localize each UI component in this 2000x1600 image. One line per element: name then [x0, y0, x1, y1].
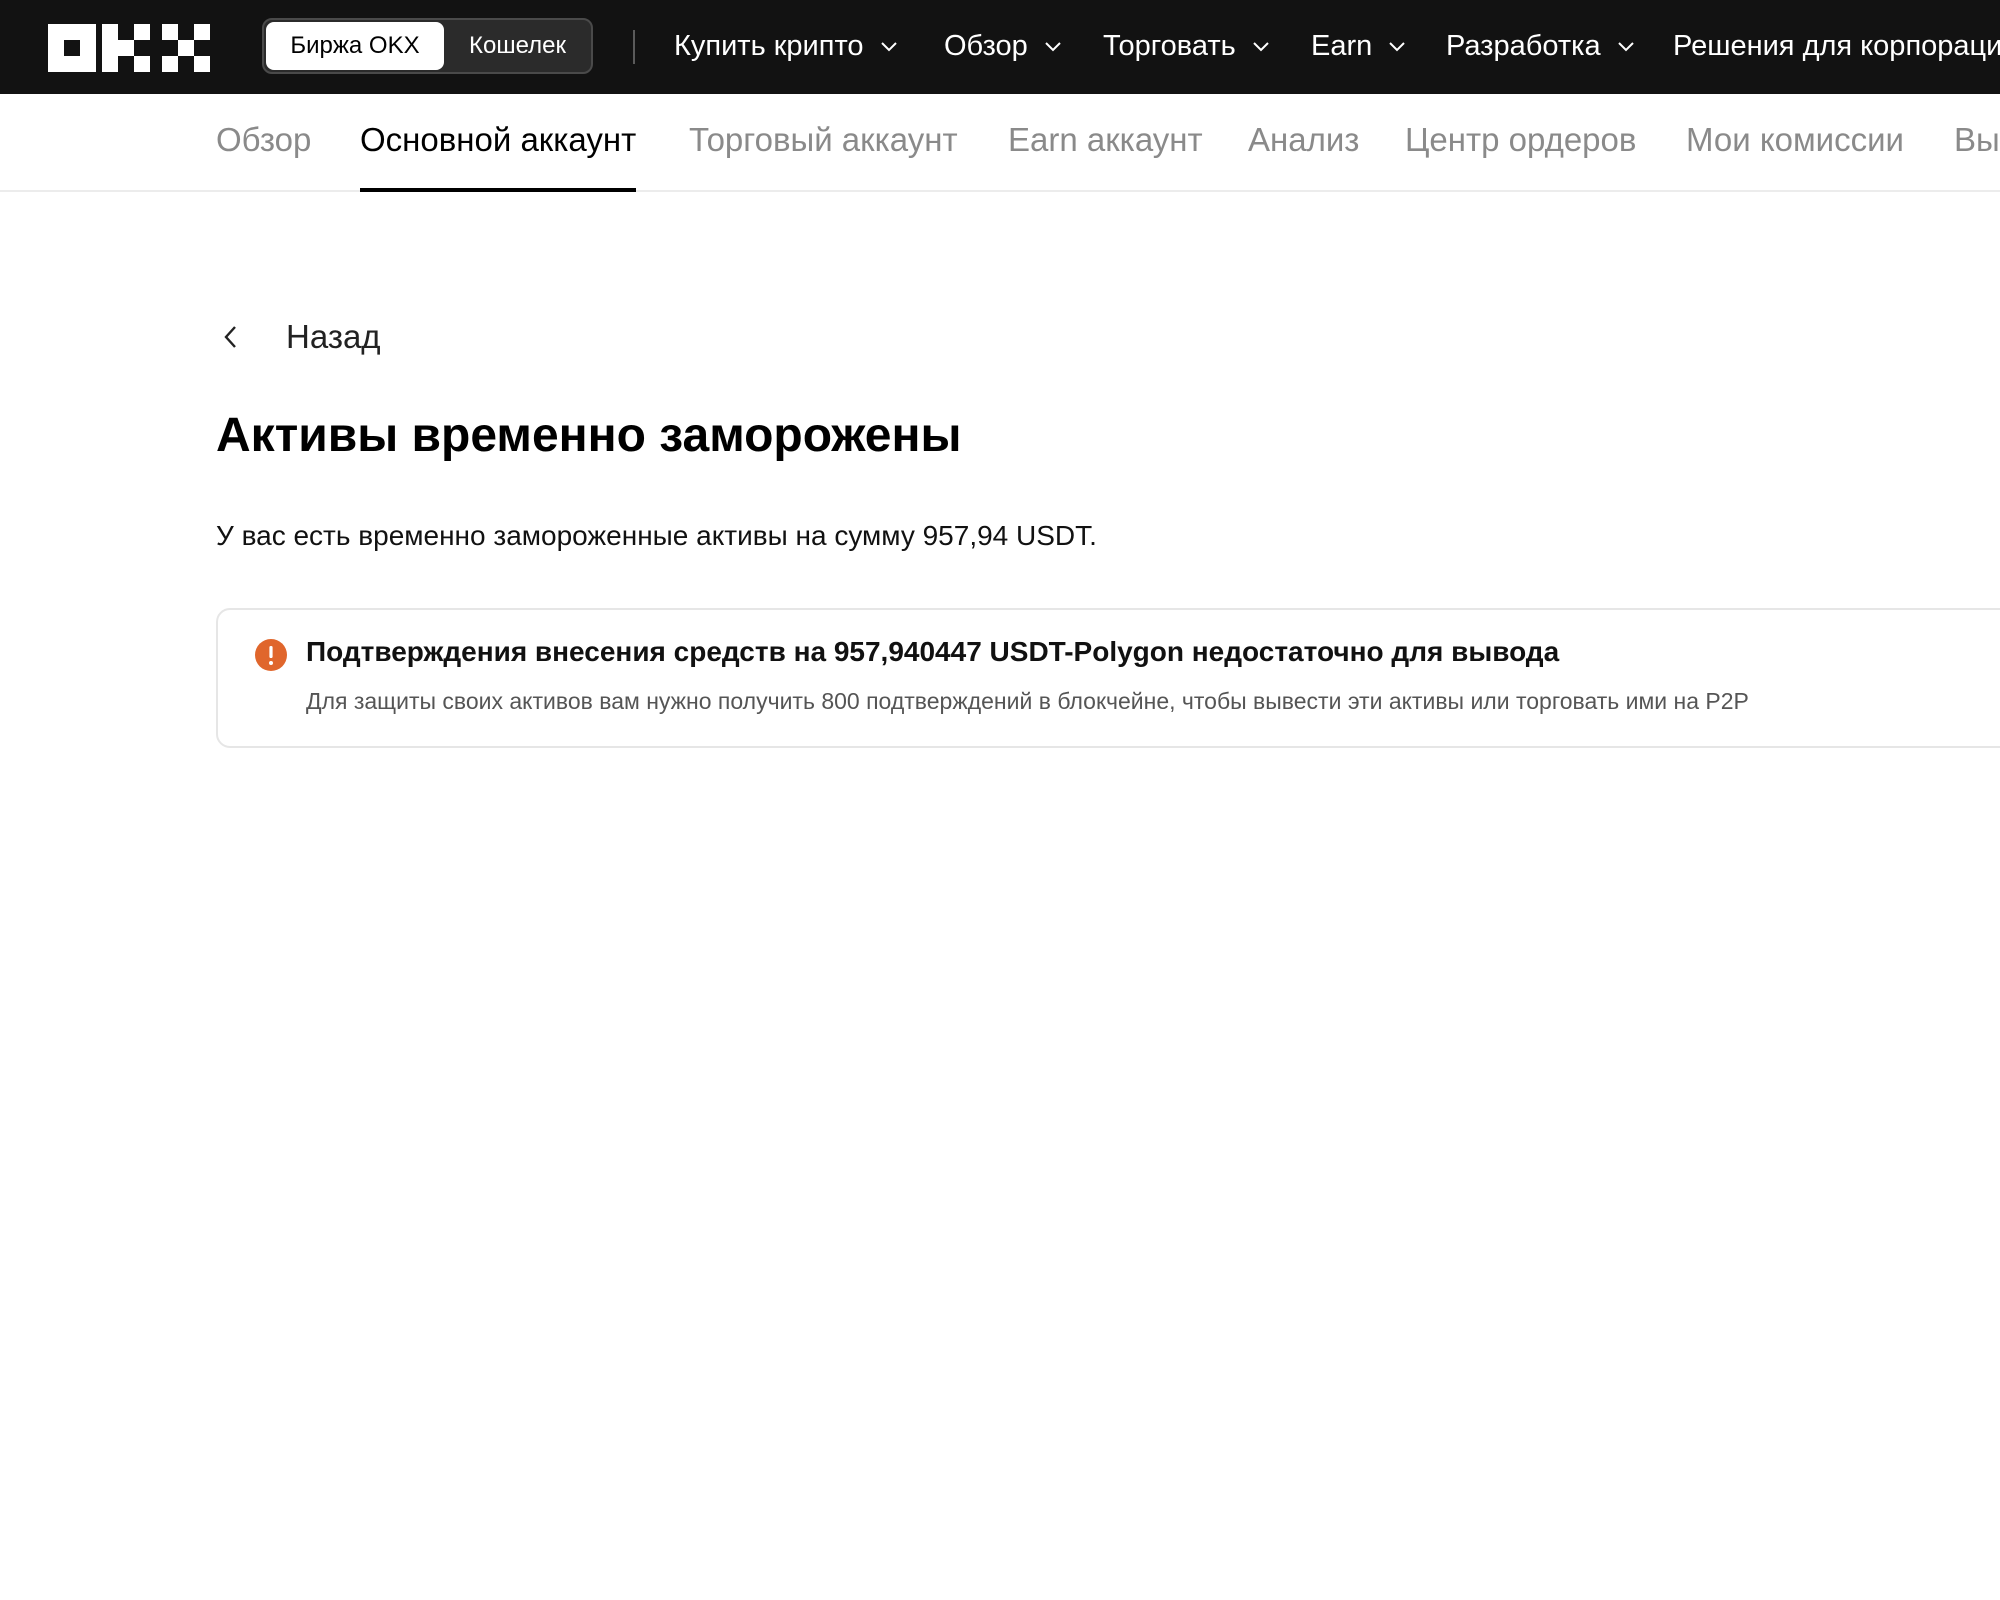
notice-description: Для защиты своих активов вам нужно получ…	[306, 688, 1749, 714]
chevron-down-icon	[1389, 42, 1405, 52]
warning-icon	[255, 639, 287, 671]
nav-item-development[interactable]: Разработка	[1446, 22, 1637, 70]
nav-item-label: Earn	[1311, 29, 1373, 62]
tab-overview[interactable]: Обзор	[216, 94, 311, 190]
nav-item-label: Торговать	[1103, 29, 1236, 62]
tab-order-center[interactable]: Центр ордеров	[1405, 94, 1636, 190]
tab-truncated[interactable]: Вы	[1954, 94, 2000, 190]
page-title: Активы временно заморожены	[216, 409, 962, 462]
tab-my-fees[interactable]: Мои комиссии	[1686, 94, 1904, 190]
nav-item-label: Решения для корпораци	[1673, 29, 2000, 62]
nav-item-label: Обзор	[944, 29, 1028, 62]
chevron-down-icon	[1617, 42, 1634, 52]
chevron-down-icon	[1045, 42, 1061, 52]
nav-item-trade[interactable]: Торговать	[1103, 22, 1272, 70]
chevron-down-icon	[880, 42, 897, 52]
nav-item-label: Купить крипто	[674, 29, 864, 62]
exchange-wallet-switch: Биржа OKX Кошелек	[262, 18, 593, 74]
account-tabs: Обзор Основной аккаунт Торговый аккаунт …	[0, 94, 2000, 192]
frozen-assets-summary: У вас есть временно замороженные активы …	[216, 520, 1097, 551]
nav-item-label: Разработка	[1446, 29, 1601, 62]
nav-item-corporate-solutions[interactable]: Решения для корпораци	[1673, 22, 2000, 70]
tab-trading-account[interactable]: Торговый аккаунт	[689, 94, 958, 190]
tab-earn-account[interactable]: Earn аккаунт	[1008, 94, 1203, 190]
nav-divider	[633, 30, 635, 64]
chevron-left-icon	[224, 326, 236, 348]
okx-logo[interactable]	[48, 24, 210, 72]
wallet-switch-button[interactable]: Кошелек	[444, 20, 591, 72]
tab-analysis[interactable]: Анализ	[1248, 94, 1359, 190]
nav-item-earn[interactable]: Earn	[1311, 22, 1408, 70]
frozen-asset-notice: Подтверждения внесения средств на 957,94…	[216, 608, 2000, 748]
notice-title: Подтверждения внесения средств на 957,94…	[306, 636, 1560, 667]
chevron-down-icon	[1253, 42, 1269, 52]
nav-item-buy-crypto[interactable]: Купить крипто	[674, 22, 900, 70]
back-label: Назад	[286, 318, 381, 355]
exchange-switch-button[interactable]: Биржа OKX	[266, 22, 444, 70]
back-link[interactable]: Назад	[216, 312, 381, 362]
nav-item-overview[interactable]: Обзор	[944, 22, 1064, 70]
top-navigation-bar: Биржа OKX Кошелек Купить крипто Обзор То…	[0, 0, 2000, 94]
tab-funding-account[interactable]: Основной аккаунт	[360, 94, 637, 192]
